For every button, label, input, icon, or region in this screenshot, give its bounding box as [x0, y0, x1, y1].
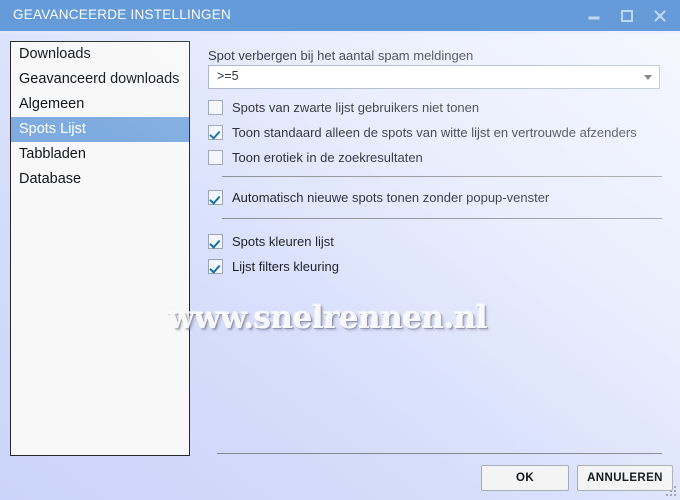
sidebar-item-geavanceerd-downloads[interactable]: Geavanceerd downloads: [11, 67, 189, 92]
sidebar-item-label: Downloads: [19, 46, 91, 62]
close-icon: [654, 9, 666, 22]
sidebar-item-label: Algemeen: [19, 96, 85, 112]
sidebar-item-spots-lijst[interactable]: Spots Lijst: [11, 117, 189, 142]
sidebar-item-label: Tabbladen: [19, 146, 86, 162]
spam-threshold-select[interactable]: >=5: [208, 65, 660, 89]
chevron-down-icon: [644, 75, 652, 80]
settings-category-list[interactable]: Downloads Geavanceerd downloads Algemeen…: [10, 41, 190, 456]
maximize-icon: [621, 9, 633, 22]
ok-button[interactable]: OK: [481, 465, 569, 491]
checkbox-label: Spots kleuren lijst: [232, 234, 334, 249]
close-button[interactable]: [643, 0, 677, 31]
spam-threshold-value: >=5: [217, 69, 239, 83]
title-underline: [0, 31, 680, 34]
checkbox-auto-new-spots[interactable]: [208, 190, 223, 205]
settings-panel: Spot verbergen bij het aantal spam meldi…: [200, 41, 670, 451]
checkbox-label: Spots van zwarte lijst gebruikers niet t…: [232, 100, 480, 115]
advanced-settings-dialog: GEAVANCEERDE INSTELLINGEN Downloads Geav…: [0, 0, 680, 500]
checkbox-whitelist-only[interactable]: [208, 125, 223, 140]
cancel-button[interactable]: ANNULEREN: [577, 465, 673, 491]
sidebar-item-database[interactable]: Database: [11, 167, 189, 192]
sidebar-item-algemeen[interactable]: Algemeen: [11, 92, 189, 117]
minimize-button[interactable]: [577, 0, 611, 31]
minimize-icon: [588, 16, 600, 19]
checkbox-label: Toon erotiek in de zoekresultaten: [232, 150, 423, 165]
resize-grip[interactable]: [665, 485, 677, 497]
footer-divider: [217, 453, 662, 454]
checkbox-list-filter-color[interactable]: [208, 259, 223, 274]
maximize-button[interactable]: [610, 0, 644, 31]
checkbox-show-erotic[interactable]: [208, 150, 223, 165]
sidebar-item-downloads[interactable]: Downloads: [11, 42, 189, 67]
checkbox-label: Toon standaard alleen de spots van witte…: [232, 125, 637, 140]
sidebar-item-tabbladen[interactable]: Tabbladen: [11, 142, 189, 167]
checkbox-hide-blacklist[interactable]: [208, 100, 223, 115]
checkbox-label: Lijst filters kleuring: [232, 259, 339, 274]
sidebar-item-label: Spots Lijst: [19, 121, 86, 137]
checkbox-label: Automatisch nieuwe spots tonen zonder po…: [232, 190, 550, 205]
sidebar-item-label: Geavanceerd downloads: [19, 71, 180, 87]
checkbox-spots-color-list[interactable]: [208, 234, 223, 249]
spam-threshold-label: Spot verbergen bij het aantal spam meldi…: [208, 48, 474, 63]
section-divider-2: [222, 218, 662, 219]
sidebar-item-label: Database: [19, 171, 82, 187]
title-bar: GEAVANCEERDE INSTELLINGEN: [0, 0, 680, 31]
section-divider-1: [222, 176, 662, 177]
window-title: GEAVANCEERDE INSTELLINGEN: [13, 7, 232, 22]
